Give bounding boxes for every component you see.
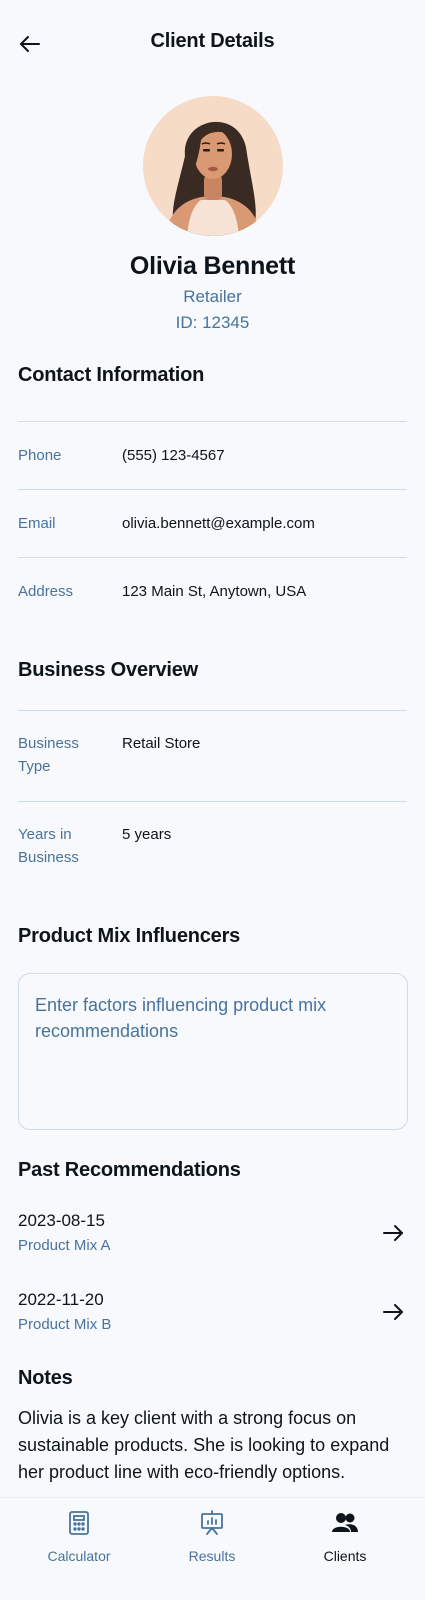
top-bar: Client Details	[0, 0, 425, 86]
nav-label: Clients	[323, 1548, 367, 1564]
influencers-textarea[interactable]: Enter factors influencing product mix re…	[18, 973, 408, 1130]
contact-section-title: Contact Information	[18, 364, 205, 386]
avatar	[143, 96, 283, 236]
phone-label: Phone	[18, 447, 62, 464]
nav-clients[interactable]: Clients	[285, 1510, 405, 1564]
business-type-value: Retail Store	[122, 735, 201, 752]
recommendation-mix: Product Mix B	[18, 1316, 112, 1333]
business-section-title: Business Overview	[18, 659, 199, 681]
notes-text: Olivia is a key client with a strong foc…	[18, 1408, 390, 1482]
presentation-chart-icon	[201, 1510, 223, 1535]
business-type-label: Business Type	[18, 735, 79, 775]
client-id: ID: 12345	[175, 313, 250, 332]
recommendation-date: 2023-08-15	[18, 1211, 105, 1230]
years-in-business-label: Years in Business	[18, 826, 79, 866]
email-value: olivia.bennett@example.com	[122, 515, 315, 532]
arrow-right-icon	[383, 1225, 403, 1241]
recommendation-mix: Product Mix A	[18, 1237, 111, 1254]
recommendation-item[interactable]: 2023-08-15 Product Mix A	[0, 1208, 425, 1278]
nav-label: Results	[188, 1548, 236, 1564]
nav-label: Calculator	[47, 1548, 111, 1564]
divider	[18, 801, 407, 802]
nav-results[interactable]: Results	[152, 1510, 272, 1564]
nav-calculator[interactable]: Calculator	[19, 1510, 139, 1564]
divider	[18, 710, 407, 711]
influencers-section-title: Product Mix Influencers	[18, 925, 241, 947]
client-role: Retailer	[183, 287, 242, 306]
bottom-nav: Calculator Results Clients	[0, 1497, 425, 1600]
years-in-business-value: 5 years	[122, 826, 172, 843]
recommendation-item[interactable]: 2022-11-20 Product Mix B	[0, 1287, 425, 1357]
recommendation-open-button[interactable]	[379, 1219, 407, 1247]
phone-value: (555) 123-4567	[122, 447, 225, 464]
address-label: Address	[18, 583, 74, 600]
address-value: 123 Main St, Anytown, USA	[122, 583, 307, 600]
recommendation-date: 2022-11-20	[18, 1290, 104, 1309]
client-name: Olivia Bennett	[129, 252, 296, 280]
arrow-right-icon	[383, 1304, 403, 1320]
users-icon	[332, 1513, 358, 1532]
divider	[18, 557, 407, 558]
recommendation-open-button[interactable]	[379, 1298, 407, 1326]
page-title: Client Details	[150, 30, 275, 52]
calculator-icon	[69, 1511, 89, 1535]
divider	[18, 489, 407, 490]
divider	[18, 421, 407, 422]
email-label: Email	[18, 515, 56, 532]
recommendations-section-title: Past Recommendations	[18, 1159, 241, 1181]
notes-section-title: Notes	[18, 1367, 73, 1389]
